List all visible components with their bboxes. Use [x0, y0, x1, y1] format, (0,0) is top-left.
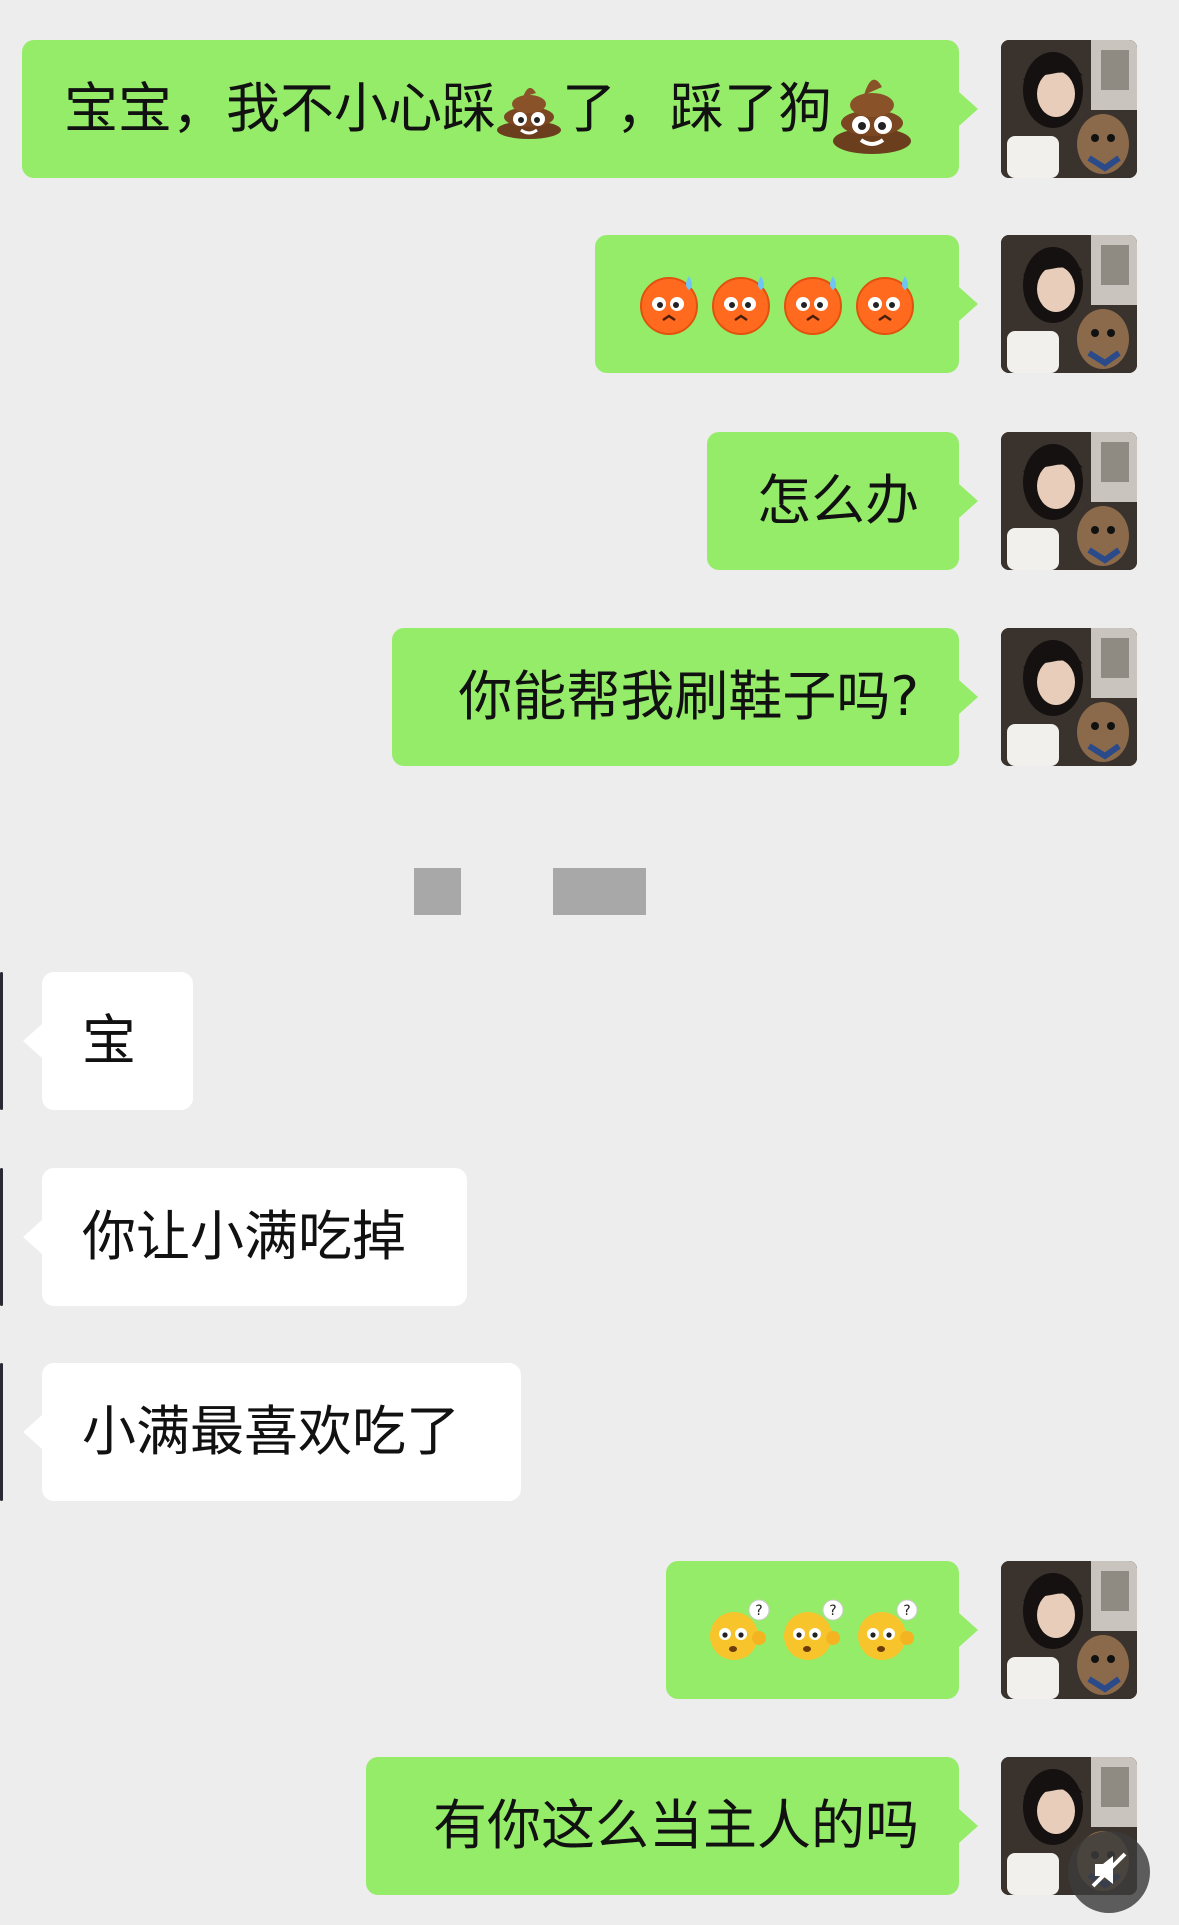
bubble-tail: [959, 287, 978, 321]
mute-button[interactable]: [1068, 1831, 1150, 1913]
svg-text:?: ?: [903, 1603, 910, 1619]
message-bubble-8[interactable]: ? ? ?: [666, 1561, 959, 1699]
confused-face-icon: ?: [706, 1598, 772, 1662]
message-text-1a: 宝宝，我不小心踩: [64, 77, 496, 140]
bubble-tail: [959, 680, 978, 714]
poop-icon: [496, 79, 562, 139]
avatar-edge: [0, 1168, 3, 1306]
redacted-timestamp: [414, 868, 461, 915]
confused-face-icon: ?: [854, 1598, 920, 1662]
message-text-9: 有你这么当主人的吗: [433, 1794, 919, 1857]
bubble-tail: [959, 1809, 978, 1843]
poop-icon: [832, 63, 912, 155]
message-bubble-2[interactable]: [595, 235, 959, 373]
message-text-5: 宝: [82, 1009, 136, 1072]
bubble-tail: [23, 1024, 42, 1058]
message-bubble-9[interactable]: 有你这么当主人的吗: [366, 1757, 959, 1895]
message-text-4: 你能帮我刷鞋子吗?: [458, 665, 919, 728]
message-bubble-4[interactable]: 你能帮我刷鞋子吗?: [392, 628, 959, 766]
redacted-timestamp: [553, 868, 646, 915]
message-text-6: 你让小满吃掉: [82, 1205, 406, 1268]
confused-face-icon: ?: [780, 1598, 846, 1662]
message-bubble-3[interactable]: 怎么办: [707, 432, 959, 570]
message-bubble-1[interactable]: 宝宝，我不小心踩 了，踩了狗: [22, 40, 959, 178]
sender-avatar[interactable]: [1001, 1561, 1137, 1699]
sender-avatar[interactable]: [1001, 40, 1137, 178]
svg-text:?: ?: [755, 1603, 762, 1619]
sweat-face-icon: [637, 272, 701, 336]
bubble-tail: [959, 1613, 978, 1647]
avatar-edge: [0, 1363, 3, 1501]
message-text-1b: 了，踩了狗: [562, 77, 832, 140]
sender-avatar[interactable]: [1001, 432, 1137, 570]
message-bubble-5[interactable]: 宝: [42, 972, 193, 1110]
sender-avatar[interactable]: [1001, 628, 1137, 766]
message-text-3: 怎么办: [757, 469, 919, 532]
mute-icon: [1087, 1848, 1131, 1896]
bubble-tail: [23, 1415, 42, 1449]
svg-text:?: ?: [829, 1603, 836, 1619]
bubble-tail: [959, 484, 978, 518]
message-text-7: 小满最喜欢吃了: [82, 1400, 460, 1463]
sweat-face-icon: [709, 272, 773, 336]
sweat-face-icon: [781, 272, 845, 336]
sweat-face-icon: [853, 272, 917, 336]
sender-avatar[interactable]: [1001, 235, 1137, 373]
message-bubble-6[interactable]: 你让小满吃掉: [42, 1168, 467, 1306]
avatar-edge: [0, 972, 3, 1110]
bubble-tail: [23, 1220, 42, 1254]
bubble-tail: [959, 92, 978, 126]
message-bubble-7[interactable]: 小满最喜欢吃了: [42, 1363, 521, 1501]
